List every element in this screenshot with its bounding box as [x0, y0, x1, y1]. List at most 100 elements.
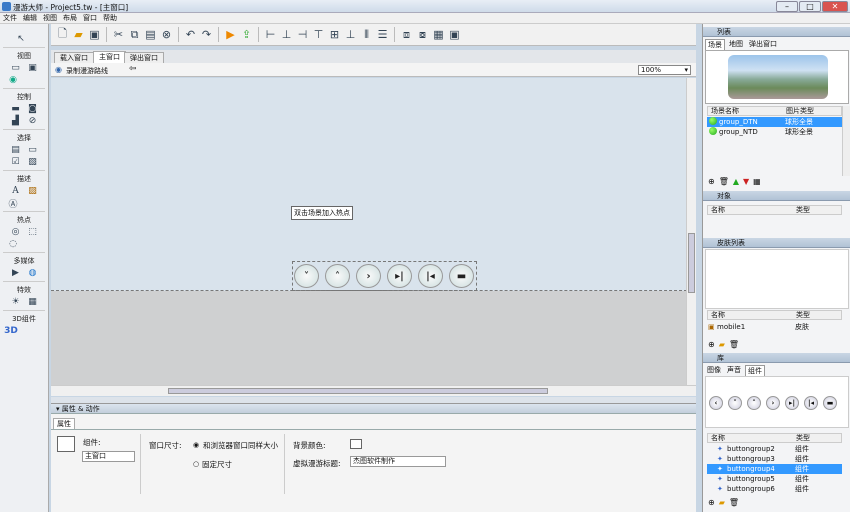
align-middle-icon[interactable]: ⊞: [327, 27, 342, 43]
zoom-select[interactable]: 100% ▾: [638, 65, 691, 75]
add-component-icon[interactable]: ⊕: [708, 498, 715, 507]
copy-icon[interactable]: ⧉: [127, 27, 142, 43]
align-right-icon[interactable]: ⊣: [295, 27, 310, 43]
menu-view[interactable]: 视图: [40, 13, 60, 24]
move-up-icon[interactable]: ▲: [733, 177, 739, 186]
component-row[interactable]: ✦ buttongroup5 组件: [707, 474, 842, 484]
distribute-h-icon[interactable]: ⫴: [359, 27, 374, 43]
menu-edit[interactable]: 编辑: [20, 13, 40, 24]
maximize-button[interactable]: □: [799, 1, 821, 12]
publish-icon[interactable]: ⇪: [239, 27, 254, 43]
check-icon[interactable]: ☑: [11, 157, 21, 167]
pointer-icon[interactable]: ↖: [16, 34, 26, 44]
open-skin-icon[interactable]: ▰: [719, 340, 725, 349]
scene-row[interactable]: group_DTN 球形全景: [707, 117, 842, 127]
new-icon[interactable]: 🗋: [55, 27, 70, 43]
delete-skin-icon[interactable]: 🗑: [729, 340, 739, 349]
dotted-rect-icon[interactable]: ⬚: [28, 227, 38, 237]
rect-icon[interactable]: ▭: [11, 63, 21, 73]
save-icon[interactable]: ▣: [87, 27, 102, 43]
tab-popup-window[interactable]: 弹出窗口: [124, 52, 164, 63]
scene-name: group_NTD: [719, 128, 758, 136]
nav-prev-button[interactable]: |◂: [418, 264, 443, 288]
grid-icon[interactable]: ▦: [28, 297, 38, 307]
globe-icon[interactable]: ◉: [8, 75, 18, 85]
skin-row[interactable]: ▣ mobile1 皮肤: [707, 322, 842, 332]
button-icon[interactable]: ▬: [11, 104, 21, 114]
send-back-icon[interactable]: ⧇: [415, 27, 430, 43]
component-row[interactable]: ✦ buttongroup3 组件: [707, 454, 842, 464]
add-scene-icon[interactable]: ⊕: [708, 177, 715, 186]
menu-layout[interactable]: 布局: [60, 13, 80, 24]
sun-icon[interactable]: ☀: [11, 297, 21, 307]
menu-window[interactable]: 窗口: [80, 13, 100, 24]
align-left-icon[interactable]: ⊢: [263, 27, 278, 43]
text-icon[interactable]: A: [11, 186, 21, 196]
move-down-icon[interactable]: ▼: [743, 177, 749, 186]
image-icon[interactable]: ▣: [28, 63, 38, 73]
minimize-button[interactable]: –: [776, 1, 798, 12]
picture-icon[interactable]: ▧: [28, 157, 38, 167]
bg-color-picker[interactable]: [350, 439, 362, 449]
nav-next-button[interactable]: ▸|: [387, 264, 412, 288]
image-list-icon[interactable]: ▤: [11, 145, 21, 155]
radio-browser-size[interactable]: ◉: [193, 441, 199, 449]
cut-icon[interactable]: ✂: [111, 27, 126, 43]
three-d-icon[interactable]: 3D: [4, 326, 18, 336]
align-bottom-icon[interactable]: ⊥: [343, 27, 358, 43]
note-icon[interactable]: ▨: [28, 186, 38, 196]
radio-fixed-size[interactable]: ○: [193, 460, 199, 468]
nav-fullscreen-button[interactable]: ▬: [449, 264, 474, 288]
record-icon[interactable]: ◉: [55, 65, 62, 74]
close-button[interactable]: ✕: [822, 1, 848, 12]
open-icon[interactable]: ▰: [71, 27, 86, 43]
design-canvas[interactable]: 双击场景加入热点 ˅ ˄ › ▸| |◂ ▬: [51, 78, 687, 385]
bring-front-icon[interactable]: ⧈: [399, 27, 414, 43]
paste-icon[interactable]: ▤: [143, 27, 158, 43]
align-top-icon[interactable]: ⊤: [311, 27, 326, 43]
tour-title-field[interactable]: 杰图软件制作: [350, 456, 446, 467]
redo-icon[interactable]: ↷: [199, 27, 214, 43]
stop-icon[interactable]: ◙: [28, 104, 38, 114]
add-skin-icon[interactable]: ⊕: [708, 340, 715, 349]
grid-snap-icon[interactable]: ▣: [447, 27, 462, 43]
video-icon[interactable]: ▶: [11, 268, 21, 278]
delete-icon[interactable]: ⊗: [159, 27, 174, 43]
canvas-vertical-scrollbar[interactable]: [686, 78, 696, 385]
chart-icon[interactable]: ▟: [11, 116, 21, 126]
record-route-label[interactable]: 录制漫游路线: [66, 66, 108, 76]
main-window-area[interactable]: [51, 78, 687, 291]
component-row[interactable]: ✦ buttongroup6 组件: [707, 484, 842, 494]
menu-help[interactable]: 帮助: [100, 13, 120, 24]
undo-icon[interactable]: ↶: [183, 27, 198, 43]
scene-row[interactable]: group_NTD 球形全景: [707, 127, 842, 137]
preview-icon[interactable]: ▶: [223, 27, 238, 43]
nav-down-button[interactable]: ˅: [294, 264, 319, 288]
component-row[interactable]: ✦ buttongroup4 组件: [707, 464, 842, 474]
distribute-v-icon[interactable]: ☰: [375, 27, 390, 43]
same-size-icon[interactable]: ▦: [431, 27, 446, 43]
combo-icon[interactable]: ▭: [28, 145, 38, 155]
component-row[interactable]: ✦ buttongroup2 组件: [707, 444, 842, 454]
align-center-icon[interactable]: ⊥: [279, 27, 294, 43]
nav-right-button[interactable]: ›: [356, 264, 381, 288]
vscroll-thumb[interactable]: [688, 233, 695, 293]
tab-load-window[interactable]: 载入窗口: [54, 52, 94, 63]
nav-up-button[interactable]: ˄: [325, 264, 350, 288]
component-name-field[interactable]: 主窗口: [82, 451, 135, 462]
target-icon[interactable]: ◎: [11, 227, 21, 237]
delete-scene-icon[interactable]: 🗑: [719, 177, 729, 186]
properties-icon[interactable]: ▦: [753, 177, 761, 186]
compass-icon[interactable]: ◍: [28, 268, 38, 278]
tab-main-window[interactable]: 主窗口: [93, 51, 126, 63]
open-component-icon[interactable]: ▰: [719, 498, 725, 507]
scene-list-scrollbar[interactable]: [842, 106, 850, 176]
back-arrow-icon[interactable]: ⇦: [129, 64, 137, 74]
cancel-icon[interactable]: ⊘: [28, 116, 38, 126]
menu-file[interactable]: 文件: [0, 13, 20, 24]
text-box-icon[interactable]: Ⓐ: [8, 198, 18, 210]
delete-component-icon[interactable]: 🗑: [729, 498, 739, 507]
ring-icon[interactable]: ◌: [8, 239, 18, 249]
hscroll-thumb[interactable]: [168, 388, 548, 394]
canvas-horizontal-scrollbar[interactable]: [51, 385, 696, 396]
